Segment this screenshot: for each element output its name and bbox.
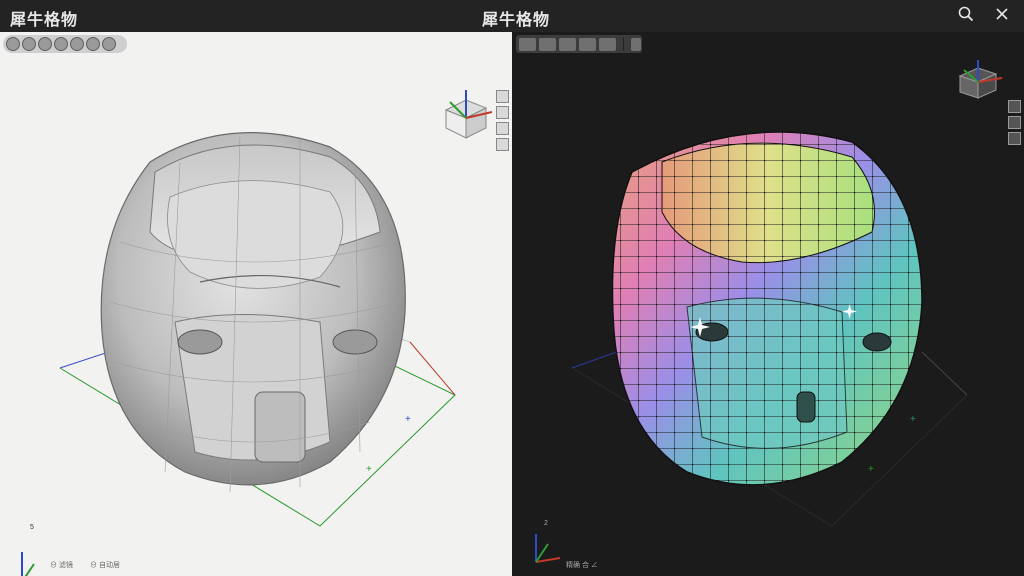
right-side-icons <box>1008 100 1021 145</box>
search-button[interactable] <box>954 4 978 28</box>
right-3d-mesh-view[interactable]: + + <box>512 32 1024 576</box>
left-side-icons <box>496 90 509 151</box>
select-icon[interactable] <box>519 37 536 51</box>
toolbar-separator <box>623 37 624 51</box>
camera-icon[interactable] <box>6 37 20 51</box>
axis-triad-right <box>535 534 561 563</box>
light-icon[interactable] <box>496 122 509 135</box>
right-viewport[interactable]: + + 2 精确 合 ∠ <box>512 32 1024 576</box>
film-icon[interactable] <box>22 37 36 51</box>
frame-icon[interactable] <box>496 138 509 151</box>
close-button[interactable] <box>990 4 1014 28</box>
left-3d-model-view[interactable]: + + <box>0 32 512 576</box>
grid-icon[interactable] <box>496 106 509 119</box>
svg-text:+: + <box>366 464 372 475</box>
view-cube-gizmo <box>444 90 493 139</box>
frame-icon[interactable] <box>559 37 576 51</box>
dot-icon[interactable] <box>631 37 641 51</box>
right-axis-label: 2 <box>544 520 548 527</box>
clock-icon[interactable] <box>102 37 116 51</box>
svg-text:+: + <box>405 414 411 425</box>
view-icon[interactable] <box>496 90 509 103</box>
svg-text:+: + <box>868 464 874 475</box>
brush-icon[interactable] <box>86 37 100 51</box>
app-title-left: 犀牛格物 <box>10 12 79 29</box>
brush-icon[interactable] <box>599 37 616 51</box>
view-icon[interactable] <box>1008 100 1021 113</box>
app-title-center: 犀牛格物 <box>482 12 551 29</box>
right-status-text: 精确 合 ∠ <box>566 562 598 569</box>
title-bar: 犀牛格物 犀牛格物 <box>0 0 1024 32</box>
svg-text:+: + <box>910 414 916 425</box>
close-small-icon[interactable] <box>1008 132 1021 145</box>
view-cube-gizmo-right <box>958 60 1003 99</box>
info-icon[interactable] <box>54 37 68 51</box>
right-toolbar <box>516 35 642 53</box>
close-icon <box>995 7 1009 26</box>
left-status-text-2: ⊖ 自动居 <box>90 562 120 569</box>
left-axis-label: 5 <box>30 524 34 531</box>
left-toolbar <box>3 35 127 53</box>
left-status-text-1: ⊖ 滤镜 <box>50 562 73 569</box>
folder-icon[interactable] <box>38 37 52 51</box>
search-icon <box>958 6 974 27</box>
axis-triad-left <box>21 552 35 576</box>
snap-icon[interactable] <box>579 37 596 51</box>
move-icon[interactable] <box>539 37 556 51</box>
left-viewport[interactable]: + + 5 ⊖ 滤镜 ⊖ 自动居 <box>0 32 512 576</box>
grid-icon[interactable] <box>1008 116 1021 129</box>
layers-icon[interactable] <box>70 37 84 51</box>
